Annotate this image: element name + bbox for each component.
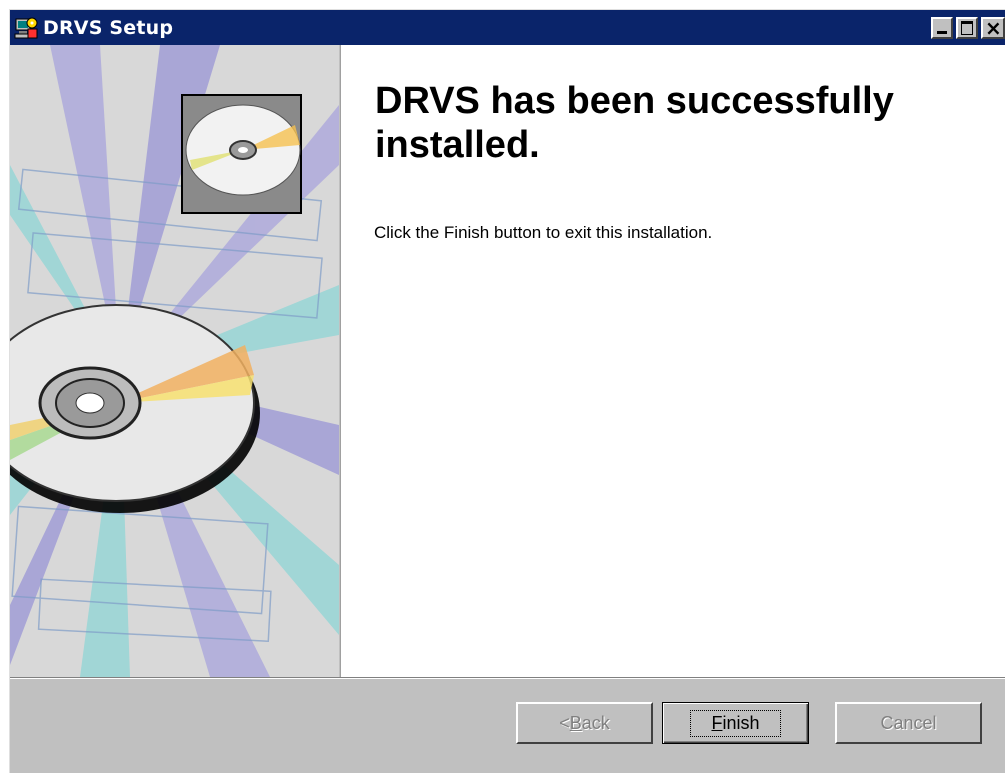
- maximize-button[interactable]: [956, 17, 978, 39]
- window-controls: ×: [928, 16, 1005, 40]
- finish-button-rest: inish: [722, 712, 760, 733]
- close-icon: ×: [985, 16, 1002, 40]
- cd-disc-illustration: [10, 45, 339, 677]
- finish-button-accel: F: [711, 712, 723, 733]
- cd-banner-graphic: [10, 45, 339, 677]
- finish-button[interactable]: Finish: [662, 702, 809, 744]
- page-title: DRVS has been successfully installed.: [375, 80, 894, 166]
- window-title: DRVS Setup: [43, 16, 174, 39]
- footer-divider: [10, 677, 1005, 679]
- back-button-accel: B: [569, 712, 582, 733]
- back-button[interactable]: < Back: [516, 702, 653, 744]
- content-panel: DRVS has been successfully installed. Cl…: [340, 45, 1005, 677]
- back-button-rest: ack: [581, 712, 610, 733]
- back-button-prefix: <: [559, 712, 570, 733]
- minimize-button[interactable]: [931, 17, 953, 39]
- close-button[interactable]: ×: [981, 16, 1005, 40]
- setup-window: DRVS Setup × DRVS has been successfully …: [9, 9, 1005, 773]
- instruction-text: Click the Finish button to exit this ins…: [374, 223, 713, 242]
- title-bar[interactable]: DRVS Setup ×: [10, 10, 1005, 45]
- finish-focus-rect: Finish: [690, 709, 781, 737]
- setup-app-icon: [14, 17, 38, 38]
- cancel-button[interactable]: Cancel: [835, 702, 982, 744]
